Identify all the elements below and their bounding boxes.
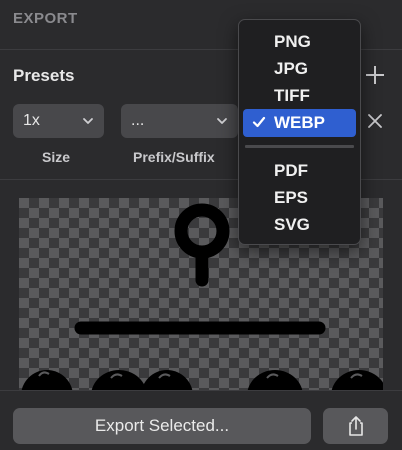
checkmark-icon — [252, 116, 266, 128]
section-title: EXPORT — [13, 10, 78, 27]
share-icon — [348, 416, 363, 436]
menu-item-pdf[interactable]: PDF — [243, 157, 356, 185]
add-preset-button[interactable] — [362, 62, 388, 88]
menu-item-tiff[interactable]: TIFF — [243, 82, 356, 110]
format-dropdown-menu: PNG JPG TIFF WEBP PDF EPS SVG — [238, 19, 361, 245]
menu-item-eps[interactable]: EPS — [243, 184, 356, 212]
size-label: Size — [42, 149, 71, 165]
size-select[interactable]: 1x — [13, 104, 104, 138]
size-select-value: 1x — [23, 112, 40, 129]
prefix-suffix-select[interactable]: ... — [121, 104, 238, 138]
menu-item-label: WEBP — [274, 113, 325, 132]
share-button[interactable] — [323, 408, 388, 444]
menu-item-jpg[interactable]: JPG — [243, 55, 356, 83]
plus-icon — [366, 66, 384, 84]
prefix-suffix-label: Prefix/Suffix — [133, 149, 215, 165]
export-selected-button[interactable]: Export Selected... — [13, 408, 311, 444]
prefix-suffix-value: ... — [131, 112, 145, 129]
chevron-down-icon — [217, 118, 227, 124]
menu-item-webp[interactable]: WEBP — [243, 109, 356, 137]
chevron-down-icon — [83, 118, 93, 124]
export-panel: EXPORT Presets 1x ... Size Prefix/Suffix — [0, 0, 402, 450]
menu-separator — [245, 145, 354, 148]
menu-item-png[interactable]: PNG — [243, 28, 356, 56]
menu-item-svg[interactable]: SVG — [243, 211, 356, 239]
presets-title: Presets — [13, 66, 75, 85]
close-icon — [368, 114, 382, 128]
remove-preset-button[interactable] — [364, 110, 386, 132]
